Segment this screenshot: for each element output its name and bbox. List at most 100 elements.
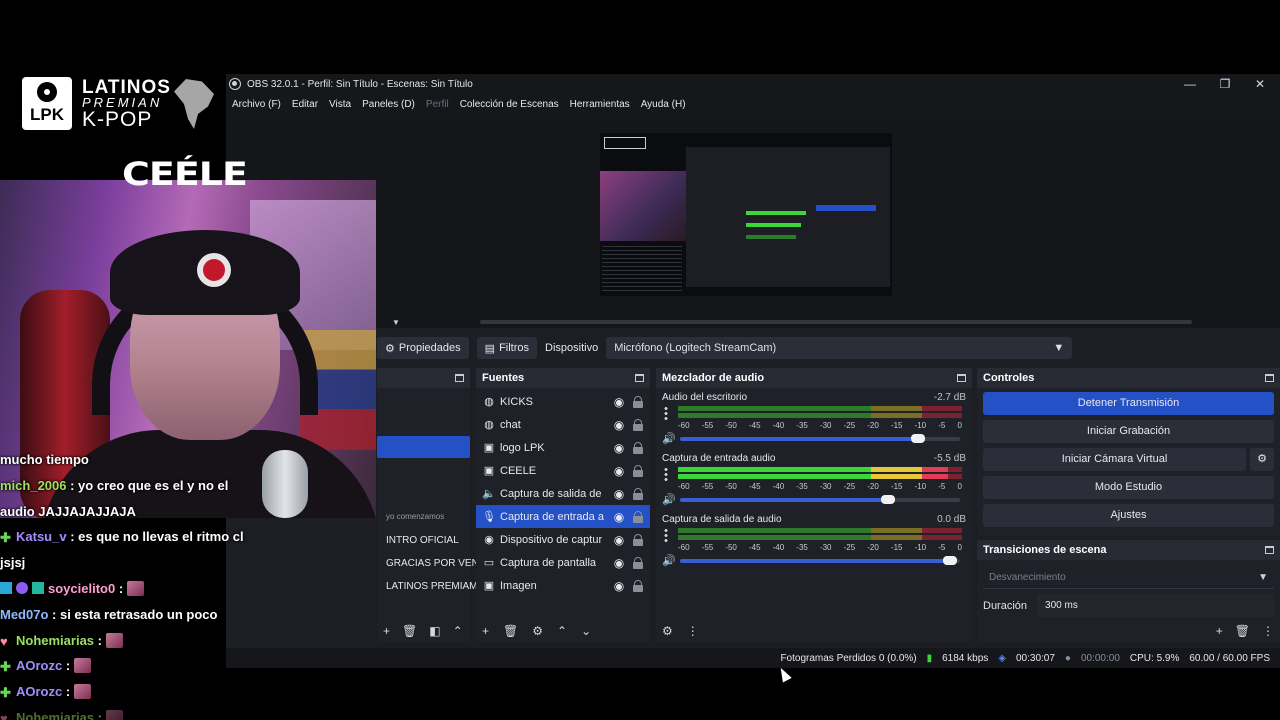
selected-scene[interactable]: [377, 436, 470, 458]
chat-username[interactable]: Nohemiarias: [16, 710, 94, 720]
channel-menu-icon[interactable]: [664, 406, 668, 422]
lock-icon[interactable]: [632, 441, 644, 455]
chat-username[interactable]: Med07o: [0, 607, 48, 622]
channel-menu-icon[interactable]: [664, 528, 668, 544]
source-item[interactable]: ▣ logo LPK ◉: [476, 436, 650, 459]
source-settings-icon[interactable]: ⚙: [532, 624, 543, 638]
speaker-icon[interactable]: 🔊: [662, 554, 676, 567]
transition-menu-icon[interactable]: ⋮: [1262, 624, 1274, 638]
preview-collapse-icon[interactable]: ▼: [392, 318, 400, 327]
source-item[interactable]: ◍ chat ◉: [476, 413, 650, 436]
scene-item[interactable]: yo comenzamos: [386, 512, 444, 521]
visibility-eye-icon[interactable]: ◉: [612, 579, 626, 593]
source-item[interactable]: ◉ Dispositivo de captur ◉: [476, 528, 650, 551]
visibility-eye-icon[interactable]: ◉: [612, 510, 626, 524]
menu-item-7[interactable]: Ayuda (H): [641, 99, 686, 110]
lock-icon[interactable]: [632, 510, 644, 524]
menu-item-0[interactable]: Archivo (F): [232, 99, 281, 110]
add-scene-icon[interactable]: +: [383, 624, 390, 638]
menu-item-3[interactable]: Paneles (D): [362, 99, 415, 110]
move-down-icon[interactable]: ⌄: [581, 624, 591, 638]
virtual-camera-button[interactable]: Iniciar Cámara Virtual: [983, 448, 1246, 471]
lock-icon[interactable]: [632, 487, 644, 501]
meter-tick: -55: [701, 482, 714, 491]
volume-slider[interactable]: [943, 556, 957, 565]
channel-menu-icon[interactable]: [664, 467, 668, 483]
stop-stream-button[interactable]: Detener Transmisión: [983, 392, 1274, 415]
chat-username[interactable]: AOrozc: [16, 658, 62, 673]
duration-input[interactable]: 300 ms: [1037, 594, 1274, 617]
visibility-eye-icon[interactable]: ◉: [612, 395, 626, 409]
add-source-icon[interactable]: +: [482, 624, 489, 638]
preview-scrollbar[interactable]: [480, 320, 1192, 324]
source-item[interactable]: ▣ Imagen ◉: [476, 574, 650, 597]
remove-scene-icon[interactable]: 🗑: [402, 624, 417, 638]
chat-username[interactable]: Katsu_v: [16, 529, 67, 544]
chat-username[interactable]: Nohemiarias: [16, 633, 94, 648]
source-item[interactable]: 🔈 Captura de salida de ◉: [476, 482, 650, 505]
menu-item-6[interactable]: Herramientas: [570, 99, 630, 110]
add-transition-icon[interactable]: +: [1216, 624, 1223, 638]
menu-item-1[interactable]: Editar: [292, 99, 318, 110]
chat-username[interactable]: soycielito0: [48, 581, 115, 596]
sub-badge-icon: ✚: [0, 659, 11, 675]
visibility-eye-icon[interactable]: ◉: [612, 487, 626, 501]
record-icon: ●: [1064, 652, 1071, 664]
chat-username[interactable]: AOrozc: [16, 684, 62, 699]
start-recording-button[interactable]: Iniciar Grabación: [983, 420, 1274, 443]
popout-icon[interactable]: [957, 374, 966, 382]
source-item[interactable]: 🎙 Captura de entrada a ◉: [476, 505, 650, 528]
controls-dock: Controles Detener Transmisión Iniciar Gr…: [977, 368, 1280, 536]
remove-source-icon[interactable]: 🗑: [503, 624, 518, 638]
volume-slider[interactable]: [910, 434, 925, 443]
filter-icon[interactable]: ◧: [429, 624, 440, 638]
menu-item-4[interactable]: Perfil: [426, 99, 449, 110]
studio-mode-button[interactable]: Modo Estudio: [983, 476, 1274, 499]
virtual-camera-settings-icon[interactable]: ⚙: [1250, 448, 1274, 471]
filters-button[interactable]: ▤ Filtros: [476, 337, 538, 359]
source-name: KICKS: [500, 395, 534, 408]
properties-button[interactable]: ⚙ Propiedades: [377, 337, 469, 359]
settings-button[interactable]: Ajustes: [983, 504, 1274, 527]
speaker-icon[interactable]: 🔊: [662, 493, 676, 506]
meter-tick: -60: [678, 543, 690, 552]
lock-icon[interactable]: [632, 418, 644, 432]
visibility-eye-icon[interactable]: ◉: [612, 418, 626, 432]
device-select[interactable]: Micrófono (Logitech StreamCam) ▼: [606, 337, 1073, 359]
lock-icon[interactable]: [632, 556, 644, 570]
visibility-eye-icon[interactable]: ◉: [612, 556, 626, 570]
popout-icon[interactable]: [455, 374, 464, 382]
visibility-eye-icon[interactable]: ◉: [612, 441, 626, 455]
transition-select[interactable]: Desvanecimiento ▼: [983, 566, 1274, 589]
remove-transition-icon[interactable]: 🗑: [1235, 624, 1250, 638]
lock-icon[interactable]: [632, 533, 644, 547]
source-item[interactable]: ▭ Captura de pantalla ◉: [476, 551, 650, 574]
visibility-eye-icon[interactable]: ◉: [612, 464, 626, 478]
lock-icon[interactable]: [632, 579, 644, 593]
stream-preview[interactable]: [600, 133, 892, 296]
popout-icon[interactable]: [1265, 374, 1274, 382]
scene-item[interactable]: INTRO OFICIAL: [386, 535, 459, 546]
speaker-icon[interactable]: 🔊: [662, 432, 676, 445]
source-item[interactable]: ▣ CEELE ◉: [476, 459, 650, 482]
advanced-audio-icon[interactable]: ⚙: [662, 624, 673, 638]
move-up-icon[interactable]: ⌃: [453, 624, 463, 638]
source-item[interactable]: ◍ KICKS ◉: [476, 390, 650, 413]
chat-username[interactable]: mich_2006: [0, 478, 67, 493]
move-up-icon[interactable]: ⌃: [557, 624, 567, 638]
close-button[interactable]: ✕: [1242, 74, 1278, 94]
scene-item[interactable]: GRACIAS POR VENIR: [386, 558, 489, 569]
mixer-menu-icon[interactable]: ⋮: [687, 624, 699, 638]
lock-icon[interactable]: [632, 395, 644, 409]
minimize-button[interactable]: —: [1172, 74, 1208, 94]
popout-icon[interactable]: [1265, 546, 1274, 554]
popout-icon[interactable]: [635, 374, 644, 382]
lock-icon[interactable]: [632, 464, 644, 478]
volume-slider[interactable]: [880, 495, 895, 504]
sub-badge-icon: ✚: [0, 685, 11, 701]
visibility-eye-icon[interactable]: ◉: [612, 533, 626, 547]
menu-bar: Archivo (F) Editar Vista Paneles (D) Perfil C…: [226, 94, 1280, 114]
menu-item-2[interactable]: Vista: [329, 99, 351, 110]
menu-item-5[interactable]: Colección de Escenas: [460, 99, 559, 110]
maximize-button[interactable]: ❐: [1207, 74, 1243, 94]
